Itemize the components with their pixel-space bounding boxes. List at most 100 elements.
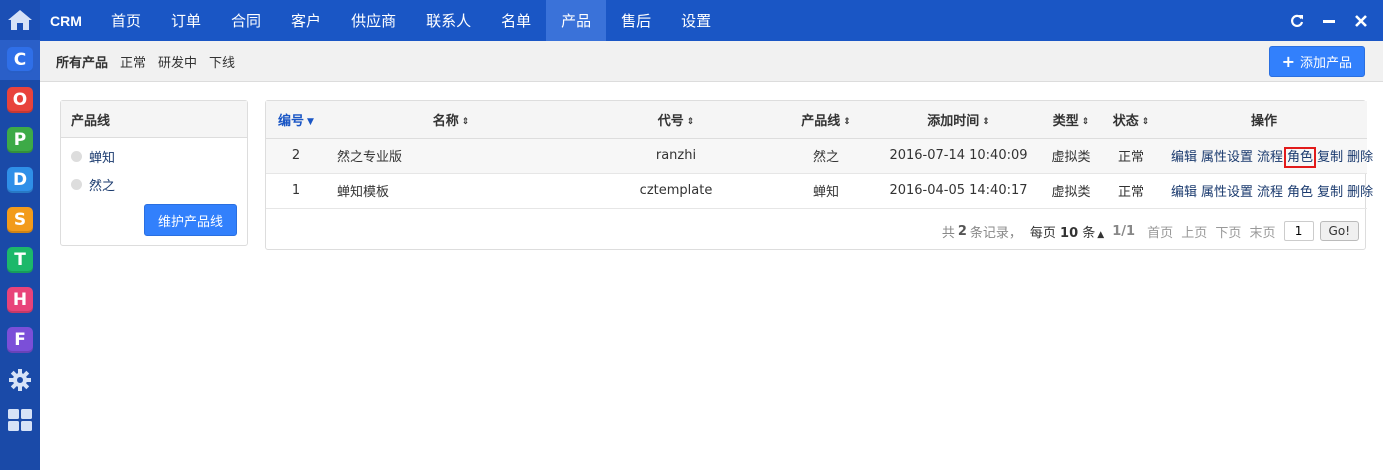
status-dot-icon: [71, 178, 82, 190]
table-row[interactable]: 1 蝉知模板 cztemplate 蝉知 2016-04-05 14:40:17 虚拟类正…: [266, 173, 1373, 209]
header-id[interactable]: 编号 ▼: [266, 101, 326, 139]
row-action-link[interactable]: 编辑: [1171, 150, 1197, 165]
nav-item[interactable]: 订单: [156, 0, 216, 41]
product-table-panel: 编号 ▼ 名称 ⇕ 代号 ⇕ 产品线 ⇕ 添加时间 ⇕ 类型 ⇕ 状态 ⇕ 操作 2 然之专业版…: [265, 100, 1373, 250]
product-line-item[interactable]: 蝉知: [61, 142, 247, 170]
cell-line: 然之: [776, 138, 876, 174]
grid-icon[interactable]: [0, 400, 40, 440]
table-header-row: 编号 ▼ 名称 ⇕ 代号 ⇕ 产品线 ⇕ 添加时间 ⇕ 类型 ⇕ 状态 ⇕ 操作: [266, 101, 1367, 139]
cell-actions: 编辑 属性设置 流程 角色 复制 删除: [1161, 138, 1373, 174]
app-o-icon[interactable]: O: [0, 80, 40, 120]
cell-actions: 编辑 属性设置 流程 角色 复制 删除: [1161, 173, 1373, 209]
cell-id: 2: [266, 138, 326, 174]
sort-icon: ⇕: [843, 116, 851, 127]
app-tile-letter: F: [7, 327, 33, 353]
window-controls: [1289, 0, 1369, 41]
add-product-button[interactable]: + 添加产品: [1268, 46, 1365, 77]
header-actions: 操作: [1161, 101, 1367, 139]
pager-total-suffix: 条记录，: [969, 225, 1022, 241]
sort-icon: ⇕: [1141, 116, 1150, 127]
cell-name: 蝉知模板: [326, 173, 576, 209]
header-line[interactable]: 产品线 ⇕: [776, 101, 876, 139]
cell-status: 正常: [1101, 173, 1161, 209]
subnav-item[interactable]: 下线: [209, 52, 235, 71]
refresh-icon[interactable]: [1289, 13, 1305, 29]
subnav-item[interactable]: 正常: [120, 52, 146, 71]
nav-item[interactable]: 设置: [666, 0, 726, 41]
first-page-link[interactable]: 首页: [1147, 226, 1173, 241]
header-status[interactable]: 状态 ⇕: [1101, 101, 1161, 139]
app-tile-letter: O: [7, 87, 33, 113]
nav-item[interactable]: 首页: [96, 0, 156, 41]
header-added[interactable]: 添加时间 ⇕: [876, 101, 1041, 139]
cell-added: 2016-07-14 10:40:09: [876, 138, 1041, 174]
cell-type: 虚拟类: [1041, 173, 1101, 209]
product-line-item[interactable]: 然之: [61, 170, 247, 198]
sort-desc-icon: ▼: [307, 116, 314, 127]
nav-item[interactable]: 产品: [546, 0, 607, 41]
table-row[interactable]: 2 然之专业版 ranzhi 然之 2016-07-14 10:40:09 虚拟类 正常 编辑…: [266, 138, 1373, 174]
next-page-link[interactable]: 下页: [1215, 226, 1241, 241]
product-table: 编号 ▼ 名称 ⇕ 代号 ⇕ 产品线 ⇕ 添加时间 ⇕ 类型 ⇕ 状态 ⇕ 操作 2 然之专业版…: [266, 101, 1373, 209]
row-action-link[interactable]: 流程: [1257, 185, 1283, 200]
cell-name: 然之专业版: [326, 138, 576, 174]
nav-item[interactable]: 联系人: [411, 0, 486, 41]
row-action-link[interactable]: 删除: [1347, 185, 1373, 200]
sub-navbar: 所有产品 正常 研发中 下线 + 添加产品: [40, 41, 1383, 82]
nav-item[interactable]: 名单: [486, 0, 546, 41]
header-code[interactable]: 代号 ⇕: [576, 101, 776, 139]
app-tile-letter: T: [7, 247, 33, 273]
gear-icon[interactable]: [0, 360, 40, 400]
page-input[interactable]: [1283, 221, 1314, 241]
cell-added: 2016-04-05 14:40:17: [876, 173, 1041, 209]
app-d-icon[interactable]: D: [0, 160, 40, 200]
row-action-link[interactable]: 编辑: [1171, 185, 1197, 200]
prev-page-link[interactable]: 上页: [1181, 226, 1207, 241]
pager: 共 2 条记录， 每页 10 条▲ 1/1 首页 上页 下页 末页 Go!: [942, 221, 1359, 241]
app-h-icon[interactable]: H: [0, 280, 40, 320]
page-fraction: 1/1: [1112, 223, 1136, 239]
cell-id: 1: [266, 173, 326, 209]
app-s-icon[interactable]: S: [0, 200, 40, 240]
product-line-label: 蝉知: [89, 150, 116, 166]
maintain-product-line-button[interactable]: 维护产品线: [143, 204, 237, 236]
header-type[interactable]: 类型 ⇕: [1041, 101, 1101, 139]
header-name[interactable]: 名称 ⇕: [326, 101, 576, 139]
brand-logo[interactable]: CRM: [40, 13, 96, 29]
app-t-icon[interactable]: T: [0, 240, 40, 280]
row-action-link[interactable]: 角色: [1284, 147, 1317, 168]
nav-item[interactable]: 售后: [606, 0, 666, 41]
add-product-label: 添加产品: [1299, 56, 1352, 71]
product-line-label: 然之: [89, 178, 116, 194]
row-action-link[interactable]: 复制: [1317, 185, 1343, 200]
pager-total-prefix: 共: [941, 225, 955, 241]
last-page-link[interactable]: 末页: [1250, 226, 1276, 241]
nav-item[interactable]: 供应商: [336, 0, 411, 41]
row-action-link[interactable]: 属性设置: [1201, 185, 1253, 200]
close-icon[interactable]: [1353, 13, 1369, 29]
home-icon[interactable]: [0, 0, 40, 40]
subnav-item[interactable]: 研发中: [158, 52, 197, 71]
per-page-selector[interactable]: 每页 10 条 ▲: [1030, 222, 1104, 241]
minimize-icon[interactable]: [1321, 13, 1337, 29]
app-c-icon[interactable]: C: [0, 40, 40, 80]
row-action-link[interactable]: 删除: [1347, 150, 1373, 165]
cell-line: 蝉知: [776, 173, 876, 209]
plus-icon: +: [1281, 52, 1295, 71]
row-action-link[interactable]: 角色: [1287, 185, 1313, 200]
app-tile-letter: H: [7, 287, 33, 313]
row-action-link[interactable]: 流程: [1257, 150, 1283, 165]
product-line-panel: 产品线 蝉知 然之 维护产品线: [60, 100, 248, 246]
nav-item[interactable]: 客户: [276, 0, 336, 41]
subnav-item[interactable]: 所有产品: [56, 52, 108, 71]
row-action-link[interactable]: 属性设置: [1201, 150, 1253, 165]
row-action-link[interactable]: 复制: [1317, 150, 1343, 165]
pager-nav: 首页 上页 下页 末页: [1147, 222, 1279, 241]
go-button[interactable]: Go!: [1319, 221, 1359, 241]
sort-icon: ⇕: [1081, 116, 1090, 127]
caret-up-icon: ▲: [1097, 229, 1105, 240]
app-f-icon[interactable]: F: [0, 320, 40, 360]
nav-item[interactable]: 合同: [216, 0, 276, 41]
app-p-icon[interactable]: P: [0, 120, 40, 160]
status-dot-icon: [71, 150, 82, 162]
